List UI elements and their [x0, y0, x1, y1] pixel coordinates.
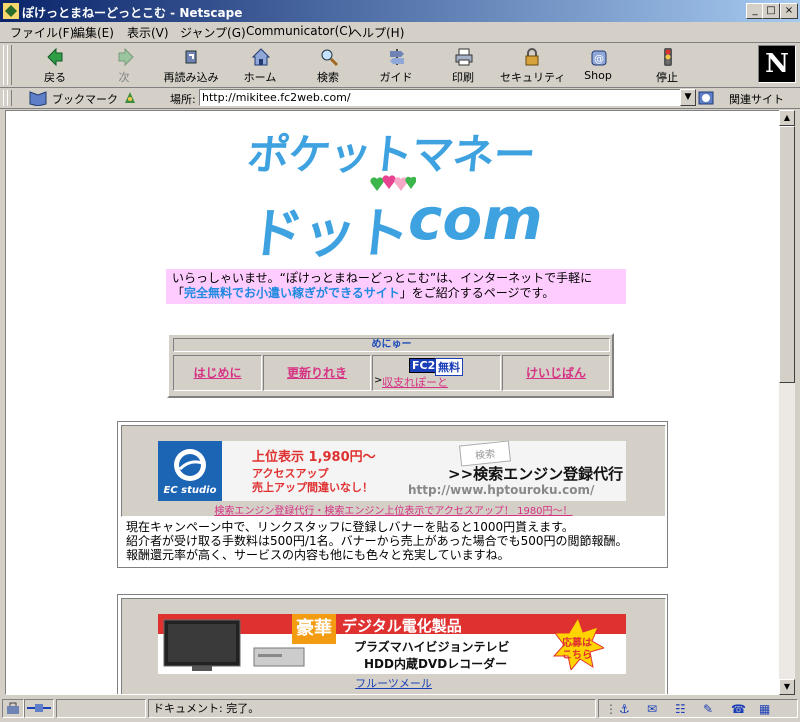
ad-1-text-link[interactable]: 検索エンジン登録代行・検索エンジン上位表示でアクセスアップ！ 1980円～！: [122, 502, 665, 517]
netscape-logo[interactable]: N: [758, 45, 796, 83]
url-input[interactable]: http://mikitee.fc2web.com/: [199, 89, 681, 106]
menu-bar: ファイル(F) 編集(E) 表示(V) ジャンプ(G) Communicator…: [0, 22, 800, 43]
stop-button[interactable]: 停止: [636, 45, 698, 85]
connection-icon: [27, 704, 51, 712]
search-icon: [321, 49, 339, 67]
logo-text-com: com: [408, 185, 543, 253]
bookmark-icon: [29, 91, 47, 106]
menu-file[interactable]: ファイル(F): [10, 24, 74, 41]
forward-button[interactable]: 次: [93, 45, 155, 85]
title-bar[interactable]: ぽけっとまねーどっとこむ - Netscape _ □ ×: [0, 0, 800, 22]
search-button[interactable]: 検索: [297, 45, 359, 85]
security-status-icon: [7, 702, 19, 714]
ad-1-description: 現在キャンペーン中で、リンクスタッフに登録しバナーを貼ると1000円貰えます。 …: [126, 520, 628, 562]
logo-text-top: ポケットマネー: [245, 130, 538, 179]
scroll-up-button[interactable]: ▲: [779, 110, 795, 126]
menu-help[interactable]: ヘルプ(H): [350, 24, 404, 41]
reload-button[interactable]: 再読み込み: [160, 45, 222, 85]
intro-line-1: いらっしゃいませ。“ぽけっとまねーどっとこむ”は、インターネットで手軽に: [172, 271, 593, 285]
page-content: ポケットマネー ドット com いらっしゃいませ。“ぽけっとまねーどっとこむ”は…: [5, 110, 780, 695]
logo-text-dot: ドット: [246, 202, 412, 265]
menu-link-intro[interactable]: はじめに: [173, 355, 262, 391]
status-bar: ドキュメント: 完了。 ⋮ ⚓ ✉ ☷ ✎ ☎ ▦: [0, 697, 800, 720]
back-button[interactable]: 戻る: [24, 45, 86, 85]
dvd-recorder-icon: [253, 647, 305, 667]
addressbook-icon[interactable]: ☎: [731, 701, 746, 718]
intro-line-2: 「完全無料でお小遣い稼ぎができるサイト」をご紹介するページです。: [172, 286, 555, 300]
shop-button[interactable]: @ Shop: [567, 45, 629, 85]
status-component-bar: ⋮ ⚓ ✉ ☷ ✎ ☎ ▦: [598, 699, 798, 718]
navigation-toolbar: 戻る 次 再読み込み ホーム 検索 ガイド 印刷 セキュリティ @ Shop 停…: [0, 43, 800, 88]
home-icon: [251, 48, 271, 66]
shop-icon: @: [591, 50, 607, 66]
site-logo[interactable]: ポケットマネー ドット com: [245, 121, 543, 265]
mail-icon[interactable]: ✉: [647, 701, 657, 718]
print-button[interactable]: 印刷: [432, 45, 494, 85]
menu-go[interactable]: ジャンプ(G): [180, 24, 246, 41]
ad-box-1: EC studio 上位表示 1,980円～ アクセスアップ 売上アップ間違いな…: [117, 421, 668, 568]
menu-cell-report: FC2 無料 > 収支れぽーと: [372, 355, 501, 391]
reload-icon: [185, 50, 197, 64]
bookmarks-button[interactable]: ブックマーク: [52, 91, 118, 107]
related-sites-icon: [698, 90, 716, 106]
navigator-icon[interactable]: ⚓: [619, 701, 630, 718]
status-security-cell[interactable]: [2, 699, 24, 718]
menu-communicator[interactable]: Communicator(C): [246, 24, 352, 38]
ad-2-banner-cell: 豪華 デジタル電化製品 プラズマハイビジョンテレビ HDD内蔵DVDレコーダー …: [121, 598, 666, 694]
ad-2-banner[interactable]: 豪華 デジタル電化製品 プラズマハイビジョンテレビ HDD内蔵DVDレコーダー …: [158, 614, 626, 674]
svg-text:@: @: [594, 54, 604, 65]
status-connection-cell[interactable]: [24, 699, 54, 718]
guide-icon: [390, 49, 404, 65]
site-menu: めにゅー はじめに 更新りれき FC2 無料 > 収支れぽーと けいじばん: [167, 333, 614, 398]
print-icon: [455, 48, 473, 66]
page-proxy-icon[interactable]: [122, 90, 138, 106]
forward-arrow-icon: [118, 47, 134, 67]
ec-studio-emblem-icon: [174, 449, 206, 481]
calendar-icon[interactable]: ▦: [759, 701, 770, 718]
netscape-app-icon: [3, 3, 19, 19]
ad-1-banner[interactable]: EC studio 上位表示 1,980円～ アクセスアップ 売上アップ間違いな…: [158, 440, 626, 501]
close-button[interactable]: ×: [780, 3, 798, 19]
scroll-down-button[interactable]: ▼: [779, 679, 795, 695]
url-history-dropdown[interactable]: ▼: [680, 89, 696, 106]
window-title: ぽけっとまねーどっとこむ - Netscape: [22, 6, 243, 20]
ad-2-text-link[interactable]: フルーツメール: [122, 675, 665, 691]
back-arrow-icon: [47, 47, 63, 67]
scroll-thumb[interactable]: [779, 126, 795, 383]
stop-icon: [664, 48, 672, 66]
toolbar-grip: [7, 45, 12, 85]
luxury-badge: 豪華: [292, 614, 336, 644]
intro-highlight: 完全無料でお小遣い稼ぎができるサイト: [184, 286, 400, 300]
maximize-button[interactable]: □: [762, 3, 780, 19]
component-grip-icon[interactable]: ⋮: [605, 701, 617, 718]
ec-studio-logo: EC studio: [158, 441, 222, 501]
plasma-tv-icon: [163, 619, 241, 671]
guide-button[interactable]: ガイド: [365, 45, 427, 85]
fc2-badge[interactable]: FC2: [409, 358, 439, 373]
menu-link-bbs[interactable]: けいじばん: [502, 355, 610, 391]
related-sites-button[interactable]: 関連サイト: [729, 91, 784, 107]
ad-box-2: 豪華 デジタル電化製品 プラズマハイビジョンテレビ HDD内蔵DVDレコーダー …: [117, 594, 668, 694]
vertical-scrollbar[interactable]: ▲ ▼: [779, 110, 795, 695]
menu-link-updates[interactable]: 更新りれき: [263, 355, 371, 391]
ad-1-banner-cell: EC studio 上位表示 1,980円～ アクセスアップ 売上アップ間違いな…: [121, 425, 666, 517]
intro-banner: いらっしゃいませ。“ぽけっとまねーどっとこむ”は、インターネットで手軽に 「完全…: [166, 269, 626, 304]
location-label: 場所:: [170, 93, 196, 106]
status-text: ドキュメント: 完了。: [148, 699, 596, 718]
discussions-icon[interactable]: ☷: [675, 701, 686, 718]
lock-icon: [525, 48, 539, 66]
menu-edit[interactable]: 編集(E): [73, 24, 114, 41]
menu-view[interactable]: 表示(V): [127, 24, 169, 41]
status-progress-cell: [56, 699, 146, 718]
home-button[interactable]: ホーム: [229, 45, 291, 85]
composer-icon[interactable]: ✎: [703, 701, 713, 718]
security-button[interactable]: セキュリティ: [500, 45, 565, 85]
menu-link-report[interactable]: 収支れぽーと: [382, 374, 448, 390]
menu-header: めにゅー: [173, 338, 610, 352]
locbar-grip: [7, 90, 12, 106]
